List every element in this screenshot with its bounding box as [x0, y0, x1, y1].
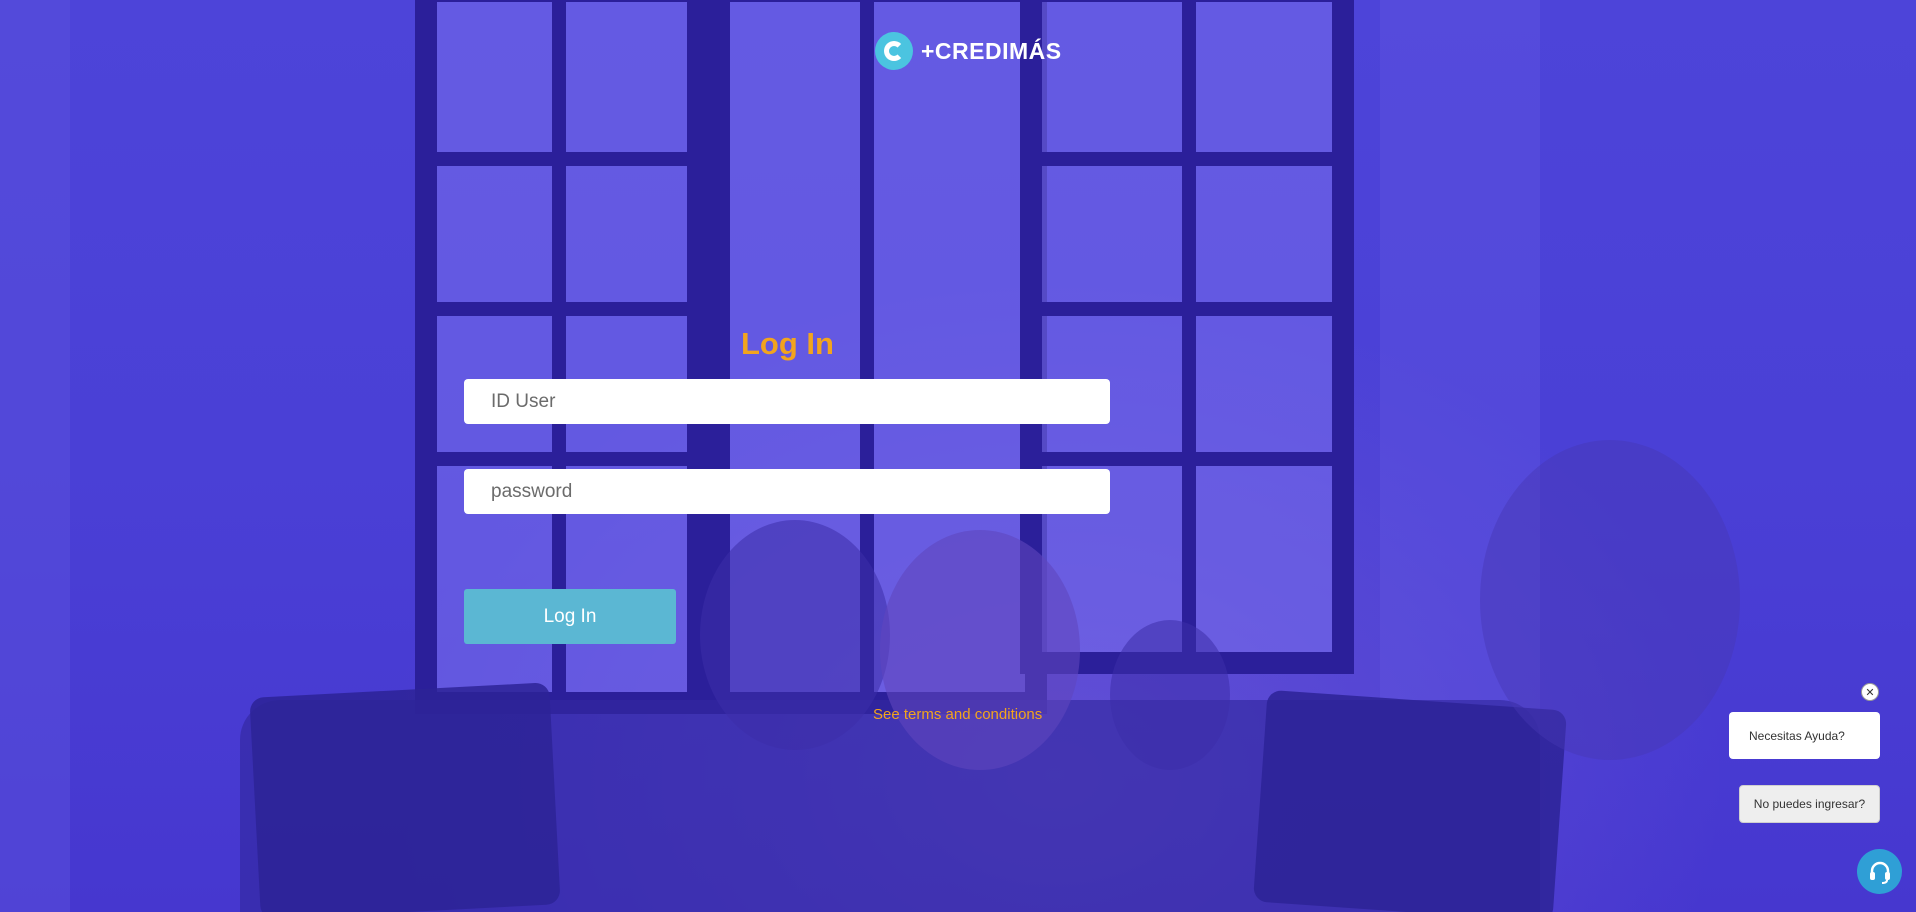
help-message[interactable]: Necesitas Ayuda?: [1729, 712, 1880, 759]
credimas-logo: +CREDIMÁS: [875, 32, 1062, 70]
password-input[interactable]: [464, 469, 1110, 514]
brand-name: +CREDIMÁS: [921, 37, 1062, 64]
headset-icon: [1869, 861, 1890, 884]
user-id-input[interactable]: [464, 379, 1110, 424]
credimas-logo-icon: [875, 32, 913, 70]
cant-login-button[interactable]: No puedes ingresar?: [1739, 785, 1880, 823]
login-button[interactable]: Log In: [464, 589, 676, 644]
background-photo: [0, 0, 1916, 912]
login-title: Log In: [741, 326, 834, 361]
help-message-text: Necesitas Ayuda?: [1749, 728, 1845, 743]
support-chat-button[interactable]: [1857, 849, 1902, 894]
close-chat-icon[interactable]: ✕: [1861, 683, 1879, 701]
terms-link[interactable]: See terms and conditions: [873, 706, 1042, 723]
